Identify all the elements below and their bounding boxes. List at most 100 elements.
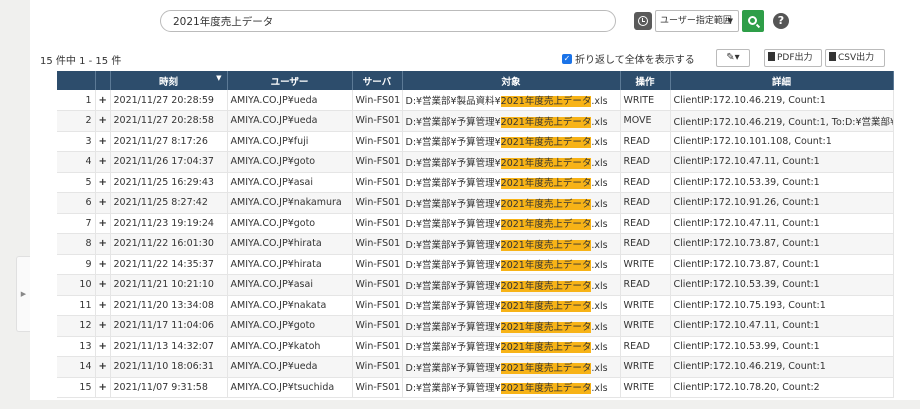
expand-row-icon[interactable]: + [95,295,111,316]
cell-operation: MOVE [620,110,671,132]
expand-row-icon[interactable]: + [95,192,111,214]
cell-time: 2021/11/13 14:32:07 [110,336,228,357]
cell-server: Win-FS01 [352,295,403,316]
cell-operation: WRITE [620,254,671,275]
header-expand [95,71,111,90]
target-path: D:¥営業部¥予算管理¥ [405,157,501,169]
cell-user: AMIYA.CO.JP¥goto [227,151,353,173]
expand-row-icon[interactable]: + [95,151,111,173]
table-row[interactable]: 14 +2021/11/10 18:06:31 AMIYA.CO.JP¥ueda Wi… [57,356,894,378]
table-row[interactable]: 5 +2021/11/25 16:29:43 AMIYA.CO.JP¥asai Win… [57,172,894,193]
target-path: D:¥営業部¥予算管理¥ [405,321,501,333]
cell-operation: READ [620,213,671,234]
target-extension: .xls [591,383,608,395]
expand-row-icon[interactable]: + [95,336,111,357]
cell-time: 2021/11/26 17:04:37 [110,151,228,173]
table-row[interactable]: 9 +2021/11/22 14:35:37 AMIYA.CO.JP¥hirata W… [57,254,894,275]
highlighted-term: 2021年度売上データ [500,280,592,292]
help-icon[interactable]: ? [773,13,789,29]
expand-row-icon[interactable]: + [95,131,111,152]
table-row[interactable]: 3 +2021/11/27 8:17:26 AMIYA.CO.JP¥fuji Win-… [57,131,894,152]
expand-row-icon[interactable]: + [95,110,111,132]
time-range-button[interactable] [634,12,652,30]
expand-row-icon[interactable]: + [95,172,111,193]
highlighted-term: 2021年度売上データ [500,178,592,190]
cell-user: AMIYA.CO.JP¥hirata [227,254,353,275]
table-row[interactable]: 8 +2021/11/22 16:01:30 AMIYA.CO.JP¥hirata W… [57,233,894,255]
csv-export-button[interactable]: CSV出力 [825,49,885,67]
expand-row-icon[interactable]: + [95,356,111,378]
cell-detail: ClientIP:172.10.53.39, Count:1 [670,274,894,296]
header-target[interactable]: 対象 [402,71,621,90]
table-row[interactable]: 7 +2021/11/23 19:19:24 AMIYA.CO.JP¥goto Win… [57,213,894,234]
table-body: 1 +2021/11/27 20:28:59 AMIYA.CO.JP¥ueda Win… [57,90,894,398]
target-path: D:¥営業部¥予算管理¥ [405,362,501,374]
cell-time: 2021/11/22 16:01:30 [110,233,228,255]
cell-operation: READ [620,336,671,357]
row-index: 3 [57,131,96,152]
cell-user: AMIYA.CO.JP¥nakamura [227,192,353,214]
table-row[interactable]: 15 +2021/11/07 9:31:58 AMIYA.CO.JP¥tsuchid… [57,377,894,398]
expand-row-icon[interactable]: + [95,90,111,111]
search-button[interactable] [742,10,764,32]
highlight-pen-button[interactable]: ✎▾ [716,49,750,67]
table-row[interactable]: 10 +2021/11/21 10:21:10 AMIYA.CO.JP¥asai Wi… [57,274,894,296]
sort-desc-icon[interactable]: ▼ [216,74,221,82]
highlighted-term: 2021年度売上データ [500,137,592,149]
cell-server: Win-FS01 [352,131,403,152]
cell-detail: ClientIP:172.10.91.26, Count:1 [670,192,894,214]
expand-row-icon[interactable]: + [95,213,111,234]
highlighted-term: 2021年度売上データ [500,157,592,169]
header-user[interactable]: ユーザー [227,71,353,90]
table-row[interactable]: 11 +2021/11/20 13:34:08 AMIYA.CO.JP¥nakata… [57,295,894,316]
cell-target: D:¥営業部¥予算管理¥2021年度売上データ.xls [402,233,621,255]
row-index: 15 [57,377,96,398]
expand-sidebar-handle[interactable]: ▶ [16,256,30,332]
expand-row-icon[interactable]: + [95,233,111,255]
table-row[interactable]: 12 +2021/11/17 11:04:06 AMIYA.CO.JP¥goto Wi… [57,315,894,337]
search-input[interactable] [160,10,616,32]
cell-time: 2021/11/27 20:28:58 [110,110,228,132]
pdf-export-button[interactable]: PDF出力 [764,49,822,67]
cell-user: AMIYA.CO.JP¥ueda [227,356,353,378]
cell-server: Win-FS01 [352,110,403,132]
cell-server: Win-FS01 [352,213,403,234]
checkbox-checked-icon[interactable]: ✓ [562,53,572,64]
cell-detail: ClientIP:172.10.47.11, Count:1 [670,315,894,337]
search-icon [747,15,757,25]
cell-user: AMIYA.CO.JP¥ueda [227,110,353,132]
expand-row-icon[interactable]: + [95,377,111,398]
header-operation[interactable]: 操作 [620,71,671,90]
table-row[interactable]: 2 +2021/11/27 20:28:58 AMIYA.CO.JP¥ueda Win… [57,110,894,132]
row-index: 9 [57,254,96,275]
wrap-toggle[interactable]: ✓ 折り返して全体を表示する [562,51,695,66]
csv-export-label: CSV出力 [838,53,875,63]
expand-row-icon[interactable]: + [95,274,111,296]
header-server[interactable]: サーバ [352,71,403,90]
target-extension: .xls [591,219,608,231]
highlighted-term: 2021年度売上データ [500,260,592,272]
header-time[interactable]: 時刻 ▼ [110,71,228,90]
row-index: 4 [57,151,96,173]
highlighted-term: 2021年度売上データ [500,362,592,374]
table-row[interactable]: 13 +2021/11/13 14:32:07 AMIYA.CO.JP¥katoh W… [57,336,894,357]
highlighted-term: 2021年度売上データ [500,219,592,231]
table-row[interactable]: 1 +2021/11/27 20:28:59 AMIYA.CO.JP¥ueda Win… [57,90,894,111]
highlighted-term: 2021年度売上データ [500,321,592,333]
expand-row-icon[interactable]: + [95,254,111,275]
cell-server: Win-FS01 [352,356,403,378]
expand-row-icon[interactable]: + [95,315,111,337]
cell-time: 2021/11/27 20:28:59 [110,90,228,111]
target-path: D:¥営業部¥予算管理¥ [405,383,501,395]
header-time-label: 時刻 [158,76,178,88]
table-row[interactable]: 4 +2021/11/26 17:04:37 AMIYA.CO.JP¥goto Win… [57,151,894,173]
cell-target: D:¥営業部¥予算管理¥2021年度売上データ.xls [402,151,621,173]
cell-operation: WRITE [620,356,671,378]
range-select[interactable]: ユーザー指定範囲 ▼ [655,10,739,32]
header-detail[interactable]: 詳細 [670,71,894,90]
cell-time: 2021/11/25 8:27:42 [110,192,228,214]
wrap-toggle-label: 折り返して全体を表示する [575,55,695,66]
target-extension: .xls [591,321,608,333]
cell-target: D:¥営業部¥予算管理¥2021年度売上データ.xls [402,213,621,234]
table-row[interactable]: 6 +2021/11/25 8:27:42 AMIYA.CO.JP¥nakamura… [57,192,894,214]
